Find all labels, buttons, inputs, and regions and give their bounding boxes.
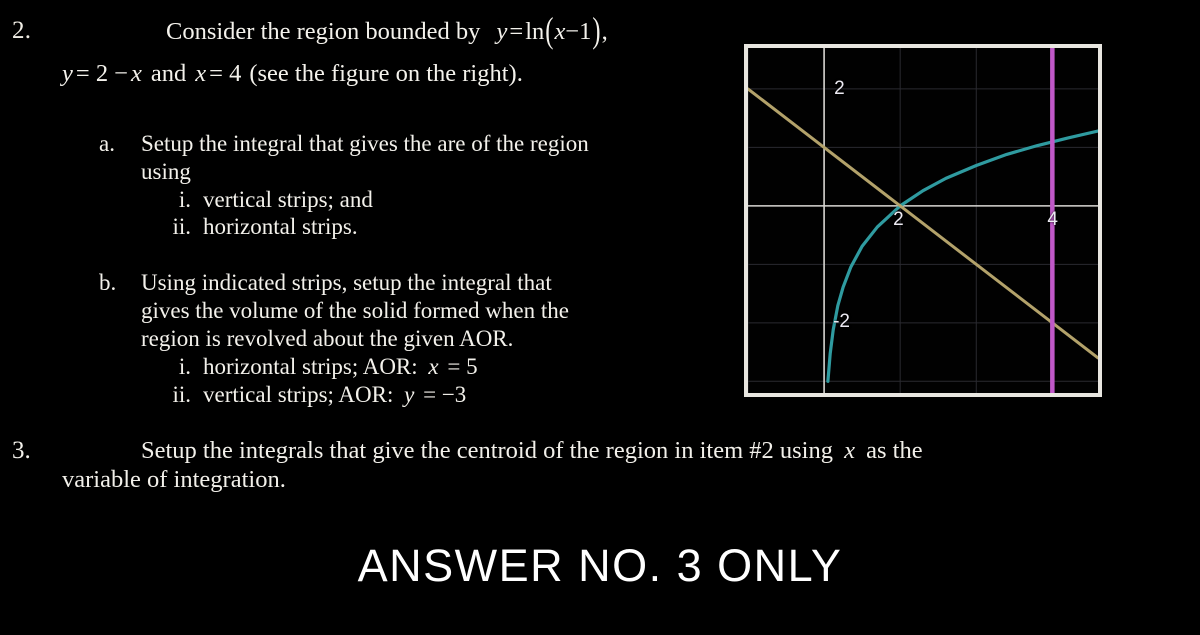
item-b-body-line-3: region is revolved about the given AOR. — [141, 326, 514, 351]
graph-figure: 2 -2 2 4 — [744, 44, 1102, 397]
eq-comma: , — [601, 18, 608, 45]
item-a-sub-ii-roman: ii. — [172, 214, 191, 239]
eq-equals: = — [509, 18, 524, 45]
eq-left-paren: ( — [545, 11, 554, 51]
plot-background — [748, 48, 1098, 393]
item-a-sub-i-roman: i. — [178, 187, 191, 212]
item-b-sub-i-text: horizontal strips; AOR: x = 5 — [203, 353, 478, 381]
item-b-sub-ii-suffix: = −3 — [423, 382, 467, 407]
problem-3-line-2: variable of integration. — [62, 466, 286, 493]
item-b-sub-i-prefix: horizontal strips; AOR: — [203, 354, 418, 379]
eq-var-y: y — [496, 18, 508, 45]
x-axis-tick-label-4: 4 — [1047, 208, 1058, 230]
line2-eq-1: = 2 − — [75, 60, 129, 87]
problem-2-line-1: Consider the region bounded by y=ln(x−1)… — [166, 11, 608, 50]
equation-ln: y=ln(x−1), — [496, 11, 608, 50]
graph-plot-area — [748, 48, 1098, 393]
line2-tail: (see the figure on the right). — [249, 60, 523, 87]
problem-3-var-x: x — [844, 437, 855, 464]
eq-minus: − — [565, 18, 580, 45]
line2-var-x1: x — [131, 60, 142, 87]
eq-var-x: x — [554, 18, 566, 45]
eq-right-paren: ) — [592, 11, 601, 51]
item-a-label: a. — [99, 131, 115, 156]
item-a-sub-ii-text: horizontal strips. — [203, 214, 358, 239]
item-b-sub-ii-var: y — [404, 382, 415, 407]
line2-var-y: y — [62, 60, 73, 87]
item-b-sub-ii-roman: ii. — [172, 382, 191, 407]
item-b-sub-ii-prefix: vertical strips; AOR: — [203, 382, 394, 407]
eq-ln-operator: ln — [525, 18, 545, 45]
item-b-sub-i-roman: i. — [178, 354, 191, 379]
y-axis-tick-label-2: 2 — [834, 77, 845, 99]
x-axis-tick-label-2: 2 — [893, 208, 904, 230]
item-b-label: b. — [99, 270, 117, 295]
line2-var-x2: x — [195, 60, 207, 87]
item-b-sub-ii-text: vertical strips; AOR: y = −3 — [203, 381, 466, 409]
line2-and: and — [150, 60, 187, 87]
problem-2-number: 2. — [12, 17, 32, 44]
item-a-body-line-1: Setup the integral that gives the are of… — [141, 131, 589, 156]
problem-3-number: 3. — [12, 437, 31, 464]
item-b-sub-i-var: x — [428, 354, 439, 379]
problem-3-line-1-b: as the — [866, 437, 923, 464]
item-a-sub-i-text: vertical strips; and — [203, 187, 373, 212]
answer-banner: ANSWER NO. 3 ONLY — [357, 540, 843, 591]
problem-2-line-2: y = 2 − x and x = 4 (see the figure on the rig… — [62, 60, 523, 89]
item-b-body-line-2: gives the volume of the solid formed whe… — [141, 298, 569, 323]
item-b-sub-i-suffix: = 5 — [447, 354, 478, 379]
eq-one: 1 — [579, 18, 592, 45]
problem-3-line-1: Setup the integrals that give the centro… — [141, 437, 923, 465]
line2-eq-2: = 4 — [209, 60, 242, 87]
item-a-body-line-2: using — [141, 159, 191, 184]
item-b-body-line-1: Using indicated strips, setup the integr… — [141, 270, 552, 295]
problem-2-line-1-text: Consider the region bounded by — [166, 18, 481, 45]
y-axis-tick-label-minus-2: -2 — [833, 310, 850, 332]
problem-3-line-1-a: Setup the integrals that give the centro… — [141, 437, 833, 464]
